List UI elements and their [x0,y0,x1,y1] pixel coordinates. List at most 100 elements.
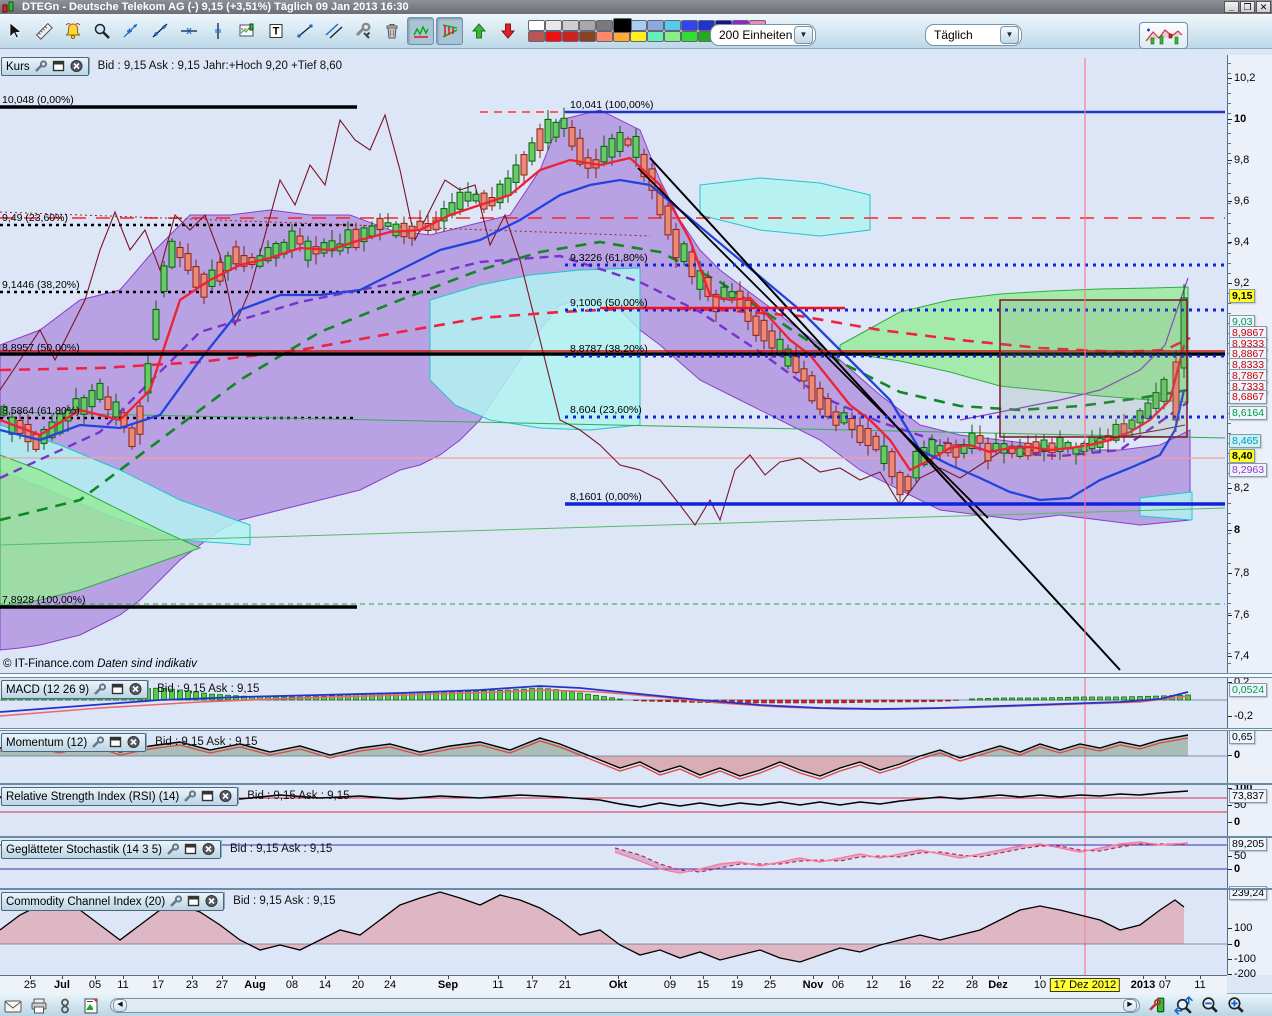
color-swatch[interactable] [545,20,562,31]
color-swatch[interactable] [664,31,681,42]
color-swatch[interactable] [681,20,698,31]
trendline-tool-button[interactable] [146,17,173,45]
cci-title: Commodity Channel Index (20) [6,895,166,908]
pattern-tool-button[interactable] [233,17,260,45]
color-swatch[interactable] [528,31,545,42]
mode-pattern-button[interactable] [436,17,463,45]
cci-settings-icon[interactable] [169,895,183,908]
parallel-tool-button[interactable] [320,17,347,45]
axis-tick-label: 0 [1227,938,1241,950]
mail-button[interactable] [0,996,26,1016]
momentum-close-icon[interactable] [127,736,141,749]
kurs-settings-icon[interactable] [34,60,48,73]
momentum-settings-icon[interactable] [91,736,105,749]
settings-tool-button[interactable] [349,17,376,45]
axis-tick-label: -100 [1227,953,1257,965]
cci-close-icon[interactable] [205,895,219,908]
color-swatch[interactable] [613,18,632,33]
vline-tool-button[interactable] [204,17,231,45]
indicator-value-badge: 0,65 [1229,730,1256,744]
panel-separator[interactable] [0,673,1272,678]
color-swatch[interactable] [562,20,579,31]
axis-tick-label: 7,6 [1227,609,1250,621]
rsi-window-icon[interactable] [201,790,215,803]
color-swatch[interactable] [596,20,613,31]
rsi-close-icon[interactable] [219,790,233,803]
trash-tool-button[interactable] [378,17,405,45]
arrow-up-button[interactable] [465,17,492,45]
stoch-settings-icon[interactable] [166,843,180,856]
text-tool-button[interactable]: T [262,17,289,45]
cci-window-icon[interactable] [187,895,201,908]
zoom-in-button[interactable] [1222,996,1248,1016]
chevron-down-icon[interactable]: ▼ [794,26,813,44]
horizontal-scrollbar[interactable]: ◀ ▶ [110,998,1140,1013]
zoom-out-button[interactable] [1196,996,1222,1016]
point-tool-button[interactable] [117,17,144,45]
copyright-note: © IT-Finance.com Daten sind indikativ [3,658,197,670]
zoom-fit-button[interactable] [1170,996,1196,1016]
link-button[interactable] [52,996,78,1016]
scroll-right-arrow[interactable]: ▶ [1123,999,1137,1012]
minimize-button[interactable]: _ [1224,1,1239,13]
scroll-left-arrow[interactable]: ◀ [113,999,127,1012]
axis-tick-label: 9,2 [1227,277,1250,289]
kurs-window-icon[interactable] [52,60,66,73]
axis-tick-label: 10,2 [1227,72,1256,84]
candle-settings-button[interactable] [1144,996,1170,1016]
time-axis[interactable]: 25 Jul 05 11 17 23 27 Aug 08 14 20 24 Sep 11 17 21 Okt 09… [0,975,1227,994]
alarm-button[interactable] [59,17,86,45]
panel-separator[interactable] [0,783,1272,785]
restore-button[interactable]: ❐ [1240,1,1255,13]
units-dropdown[interactable]: 200 Einheiten ▼ [710,24,816,46]
macd-settings-icon[interactable] [93,683,107,696]
time-tick-label: 20 [351,979,365,991]
chevron-down-icon[interactable]: ▼ [1000,26,1019,44]
price-marker-badge: 8,2963 [1229,463,1268,477]
fib-level-label: 9,1446 (38,20%) [2,279,80,291]
color-swatch[interactable] [545,31,562,42]
report-button[interactable] [78,996,104,1016]
chart-style-button[interactable] [1139,22,1188,49]
cci-bid-ask: Bid : 9,15 Ask : 9,15 [224,892,343,909]
panel-separator[interactable] [0,728,1272,731]
axis-tick-label: 9,6 [1227,195,1250,207]
mode-zigzag-button[interactable] [407,17,434,45]
segment-tool-button[interactable] [291,17,318,45]
ruler-button[interactable] [30,17,57,45]
macd-close-icon[interactable] [129,683,143,696]
color-swatch[interactable] [630,20,647,31]
rsi-settings-icon[interactable] [183,790,197,803]
momentum-window-icon[interactable] [109,736,123,749]
color-swatch[interactable] [528,20,545,31]
stoch-window-icon[interactable] [184,843,198,856]
color-swatch[interactable] [681,31,698,42]
cursor-button[interactable] [1,17,28,45]
color-swatch[interactable] [630,31,647,42]
macd-window-icon[interactable] [111,683,125,696]
axis-tick-label: 100 [1227,922,1253,934]
color-swatch[interactable] [579,20,596,31]
indicator-value-badge: 89,205 [1229,837,1268,851]
panel-separator[interactable] [0,888,1272,890]
panel-separator[interactable] [0,836,1272,838]
arrow-down-button[interactable] [494,17,521,45]
time-tick-label: Jul [54,979,70,991]
printer-button[interactable] [26,996,52,1016]
kurs-close-icon[interactable] [70,60,84,73]
close-button[interactable]: ✕ [1256,1,1271,13]
axis-tick-label: 8,2 [1227,482,1250,494]
hline-tool-button[interactable] [175,17,202,45]
time-tick-label: 12 [865,979,879,991]
period-dropdown[interactable]: Täglich ▼ [925,24,1022,46]
color-swatch[interactable] [664,20,681,31]
magnifier-button[interactable] [88,17,115,45]
color-swatch[interactable] [562,31,579,42]
fib-level-label: 8,8787 (38,20%) [570,343,648,355]
color-swatch[interactable] [579,31,596,42]
color-swatch[interactable] [596,31,613,42]
color-swatch[interactable] [647,31,664,42]
stoch-close-icon[interactable] [202,843,216,856]
color-swatch[interactable] [647,20,664,31]
time-tick-label: 17 [151,979,165,991]
